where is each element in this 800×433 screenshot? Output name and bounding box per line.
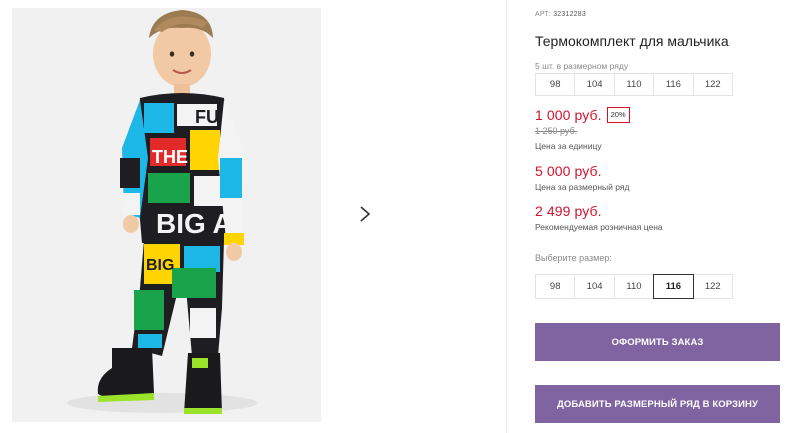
add-size-run-to-cart-button[interactable]: ДОБАВИТЬ РАЗМЕРНЫЙ РЯД В КОРЗИНУ xyxy=(535,385,780,423)
product-title: Термокомплект для мальчика xyxy=(535,33,729,49)
size-option-104[interactable]: 104 xyxy=(574,274,615,299)
size-option-122[interactable]: 122 xyxy=(692,274,733,299)
unit-price: 1 000 руб. xyxy=(535,107,602,123)
size-run-cell: 116 xyxy=(653,73,694,96)
retail-price: 2 499 руб. xyxy=(535,203,602,219)
size-option-116[interactable]: 116 xyxy=(653,274,694,299)
size-run-cell: 122 xyxy=(692,73,733,96)
size-option-110[interactable]: 110 xyxy=(613,274,655,299)
size-run-cell: 110 xyxy=(613,73,655,96)
size-run-table: 98 104 110 116 122 xyxy=(535,73,733,96)
gallery-next-button[interactable] xyxy=(346,195,384,233)
retail-price-note: Рекомендуемая розничная цена xyxy=(535,222,663,232)
chevron-right-icon xyxy=(360,206,371,222)
product-image[interactable]: FU THE BIG A BIG xyxy=(12,8,321,422)
size-option-98[interactable]: 98 xyxy=(535,274,576,299)
size-run-label: 5 шт. в размерном ряду xyxy=(535,61,629,71)
discount-badge: 20% xyxy=(606,107,630,123)
boy-in-printed-thermal-set-illustration: FU THE BIG A BIG xyxy=(12,8,321,422)
size-picker: 98 104 110 116 122 xyxy=(535,274,733,299)
old-price: 1 250 руб. xyxy=(535,126,578,136)
svg-text:BIG: BIG xyxy=(146,257,174,274)
size-run-cell: 98 xyxy=(535,73,576,96)
article-line: АРТ: 32312283 xyxy=(535,11,586,18)
place-order-button[interactable]: ОФОРМИТЬ ЗАКАЗ xyxy=(535,323,780,361)
unit-price-line: 1 000 руб. 20% xyxy=(535,107,630,123)
choose-size-label: Выберите размер: xyxy=(535,253,612,263)
svg-text:BIG A: BIG A xyxy=(156,208,233,239)
panel-divider xyxy=(506,0,507,433)
run-price-note: Цена за размерный ряд xyxy=(535,182,630,192)
run-price: 5 000 руб. xyxy=(535,163,602,179)
svg-text:FU: FU xyxy=(195,107,219,127)
unit-price-note: Цена за единицу xyxy=(535,141,602,151)
svg-text:THE: THE xyxy=(152,147,188,167)
article-label: АРТ: xyxy=(535,11,552,18)
size-run-cell: 104 xyxy=(574,73,615,96)
article-number: 32312283 xyxy=(553,11,586,18)
